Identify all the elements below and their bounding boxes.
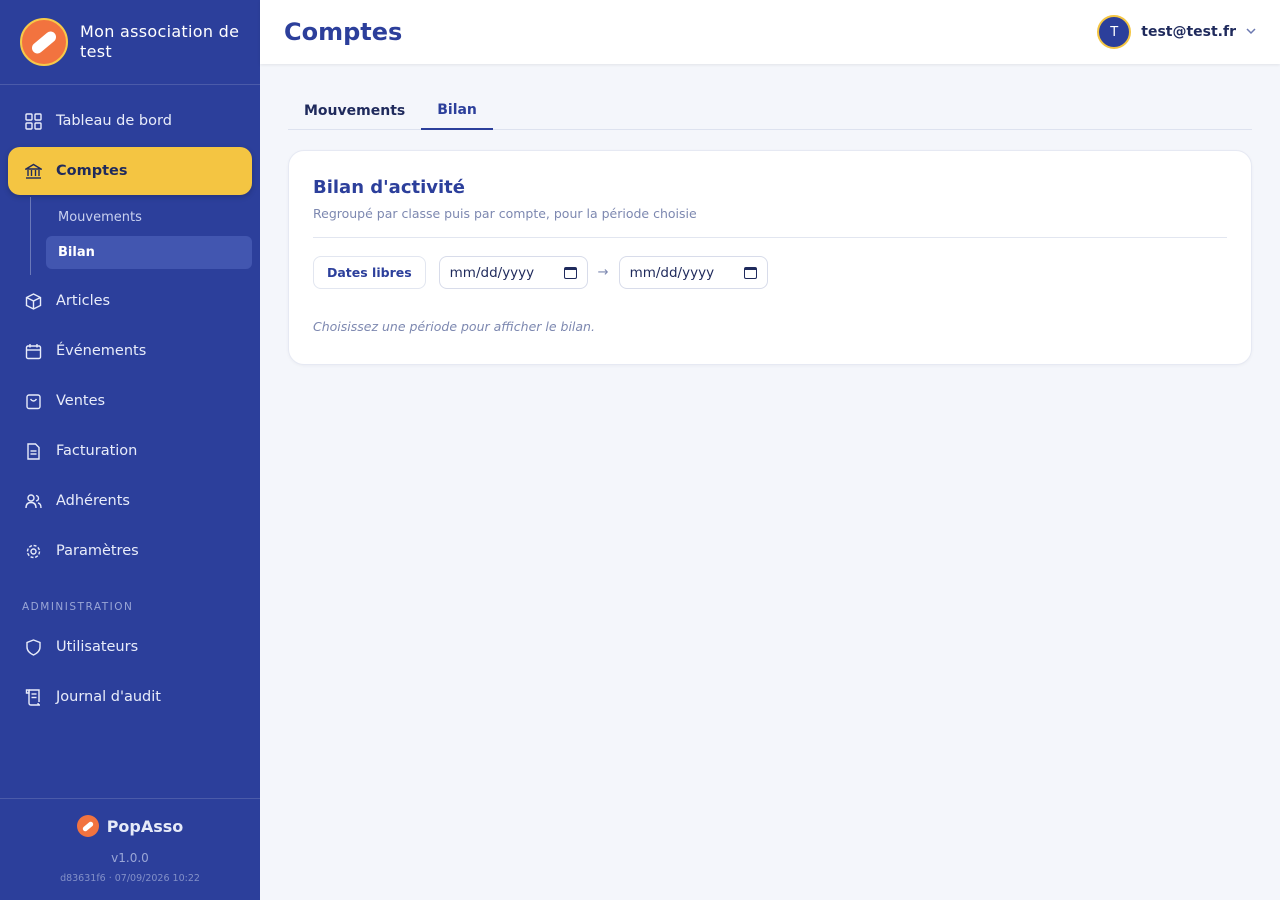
date-to-placeholder: mm/dd/yyyy [629,264,715,281]
comptes-subnav: Mouvements Bilan [30,197,260,275]
main-nav: Tableau de bord Comptes Mouvements Bilan… [0,85,260,721]
scroll-icon [24,688,42,706]
nav-item-articles[interactable]: Articles [8,277,252,325]
subnav-item-bilan[interactable]: Bilan [46,236,252,269]
top-header: Comptes T test@test.fr [260,0,1280,64]
nav-item-adherents[interactable]: Adhérents [8,477,252,525]
date-from-field[interactable]: mm/dd/yyyy [438,256,588,289]
tabs: Mouvements Bilan [288,92,1252,130]
nav-item-journal-audit[interactable]: Journal d'audit [8,673,252,721]
nav-item-label: Paramètres [56,543,139,559]
nav-item-comptes[interactable]: Comptes [8,147,252,195]
nav-item-label: Articles [56,293,111,309]
brand-header[interactable]: Mon association de test [0,0,260,85]
bank-icon [24,162,42,180]
empty-state-hint: Choisissez une période pour afficher le … [313,319,595,334]
nav-item-label: Adhérents [56,493,130,509]
bag-icon [24,392,42,410]
grid-icon [24,112,42,130]
calendar-icon[interactable] [743,266,757,279]
app-version: v1.0.0 [111,851,149,865]
document-icon [24,442,42,460]
date-to-field[interactable]: mm/dd/yyyy [618,256,768,289]
shield-icon [24,638,42,656]
gear-icon [24,542,42,560]
date-from-placeholder: mm/dd/yyyy [449,264,535,281]
calendar-icon [24,342,42,360]
arrow-right-icon: → [597,265,609,280]
user-menu[interactable]: T test@test.fr [1097,15,1256,49]
nav-item-parametres[interactable]: Paramètres [8,527,252,575]
nav-item-label: Utilisateurs [56,639,139,655]
footer-brand: PopAsso [0,815,260,837]
admin-section-label: ADMINISTRATION [22,601,134,613]
build-info: d83631f6 · 07/09/2026 10:22 [60,873,200,884]
org-name: Mon association de test [80,22,240,61]
box-icon [24,292,42,310]
bilan-card: Bilan d'activité Regroupé par classe pui… [288,150,1252,365]
tab-mouvements[interactable]: Mouvements [288,92,421,130]
free-dates-button[interactable]: Dates libres [313,256,426,289]
avatar: T [1097,15,1132,49]
nav-item-ventes[interactable]: Ventes [8,377,252,425]
sidebar: Mon association de test Tableau de bord … [0,0,260,900]
nav-item-dashboard[interactable]: Tableau de bord [8,97,252,145]
nav-item-facturation[interactable]: Facturation [8,427,252,475]
user-email: test@test.fr [1141,24,1236,40]
nav-item-label: Tableau de bord [56,113,172,129]
calendar-icon[interactable] [563,266,577,279]
nav-item-label: Ventes [56,393,106,409]
subnav-item-mouvements[interactable]: Mouvements [46,201,252,234]
nav-item-utilisateurs[interactable]: Utilisateurs [8,623,252,671]
period-filters: Dates libres mm/dd/yyyy → mm/dd/yyyy [313,256,1227,289]
divider [313,237,1227,238]
tab-bilan[interactable]: Bilan [421,92,493,130]
card-subtitle: Regroupé par classe puis par compte, pou… [313,206,697,221]
nav-item-label: Journal d'audit [56,689,161,705]
popasso-logo-icon [76,815,99,837]
users-icon [24,492,42,510]
card-title: Bilan d'activité [313,177,465,198]
page-title: Comptes [284,18,403,46]
sidebar-footer: PopAsso v1.0.0 d83631f6 · 07/09/2026 10:… [0,798,260,900]
nav-item-evenements[interactable]: Événements [8,327,252,375]
nav-item-label: Facturation [56,443,138,459]
logo-icon [20,18,68,66]
nav-item-label: Comptes [56,163,128,179]
nav-item-label: Événements [56,343,147,359]
chevron-down-icon [1246,27,1256,38]
footer-brand-name: PopAsso [106,816,184,836]
